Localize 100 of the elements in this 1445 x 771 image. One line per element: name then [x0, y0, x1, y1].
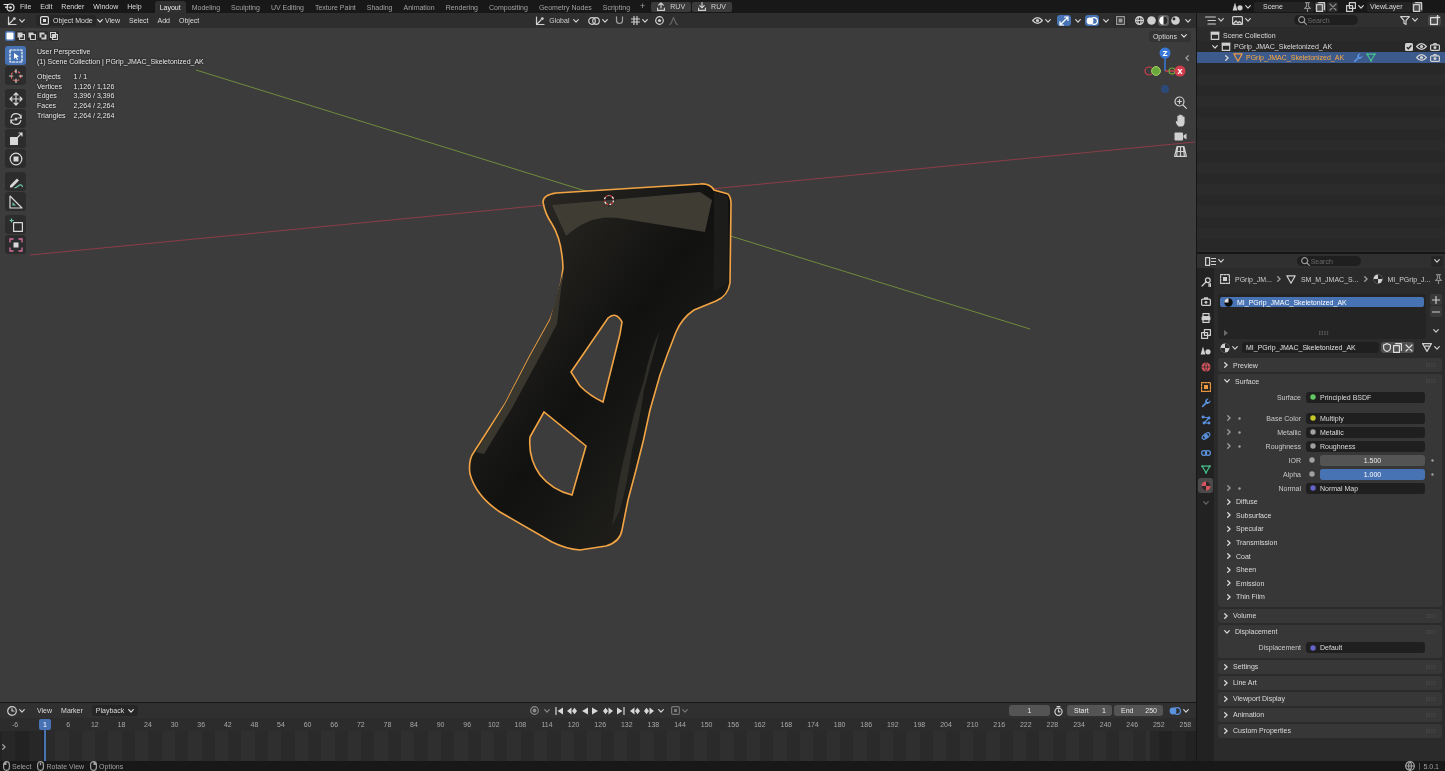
snap-dropdown[interactable]	[629, 16, 651, 25]
tool-button[interactable]	[5, 172, 26, 191]
keyframe-dot-icon[interactable]	[1430, 458, 1434, 462]
view-layer-dropdown[interactable]	[1344, 1, 1366, 12]
mouse-icon	[37, 761, 45, 771]
link-dot-icon[interactable]	[1238, 444, 1241, 448]
logo-icon[interactable]	[3, 1, 15, 12]
editor-type-dropdown[interactable]	[5, 15, 27, 26]
select-mode-button[interactable]	[49, 31, 59, 41]
link-dot-icon[interactable]	[1238, 486, 1241, 490]
duplicate-material-button[interactable]	[1392, 342, 1404, 353]
keyframe-dot-icon[interactable]	[1430, 472, 1434, 476]
camera-icon[interactable]	[1430, 42, 1440, 51]
tool-button[interactable]	[5, 235, 26, 254]
select-mode-button[interactable]	[38, 31, 48, 41]
tool-button[interactable]	[5, 192, 26, 211]
select-mode-button[interactable]	[27, 31, 37, 41]
link-dot-icon[interactable]	[1238, 430, 1241, 434]
collection-box-icon	[1210, 31, 1220, 40]
gizmo-toggle[interactable]	[1057, 15, 1071, 26]
chevron-down-icon	[1434, 345, 1441, 350]
chevron-right-icon[interactable]	[1227, 485, 1231, 491]
tool-button[interactable]	[5, 89, 26, 108]
add-workspace-button[interactable]: +	[636, 2, 650, 11]
tool-button[interactable]	[5, 66, 26, 85]
tool-button[interactable]	[5, 109, 26, 128]
shading-button[interactable]	[1134, 15, 1145, 26]
eye-icon[interactable]	[1416, 43, 1427, 50]
chevron-right-icon[interactable]	[1227, 443, 1231, 449]
remove-slot-button[interactable]	[1430, 306, 1443, 317]
zoom-icon[interactable]	[1174, 96, 1187, 109]
ring-dot-icon[interactable]	[655, 16, 665, 25]
pivot-dropdown[interactable]	[586, 16, 611, 25]
mouse-icon	[3, 761, 10, 771]
socket-dot-icon[interactable]	[1309, 457, 1315, 463]
overlay-toggle[interactable]	[1085, 15, 1099, 26]
scene-dropdown[interactable]	[1230, 2, 1253, 11]
falloff-curve-icon[interactable]	[669, 16, 679, 25]
node-link-dropdown[interactable]	[1420, 343, 1443, 352]
close-icon	[1404, 343, 1413, 352]
shading-button[interactable]	[1158, 15, 1169, 26]
chevron-right-icon[interactable]	[2, 744, 6, 750]
camera-icon[interactable]	[1174, 132, 1187, 141]
pin-icon[interactable]	[1304, 1, 1311, 12]
tool-button[interactable]	[5, 215, 26, 234]
shading-button[interactable]	[1170, 15, 1181, 26]
socket-dot-icon[interactable]	[1309, 471, 1315, 477]
properties-tab[interactable]	[1198, 379, 1213, 394]
view-dropdown[interactable]	[1167, 706, 1191, 715]
chevron-left-icon[interactable]	[1185, 55, 1189, 61]
filter-dropdown[interactable]	[1398, 15, 1420, 25]
new-view-layer-button[interactable]	[1412, 1, 1423, 12]
play-icon[interactable]	[592, 706, 600, 715]
fake-user-button[interactable]	[1381, 342, 1393, 353]
unlink-material-button[interactable]	[1403, 342, 1415, 353]
display-mode-dropdown[interactable]	[1230, 15, 1253, 25]
shading-button[interactable]	[1146, 15, 1157, 26]
editor-type-dropdown[interactable]	[5, 705, 27, 716]
properties-menu-button[interactable]	[1431, 255, 1444, 267]
skip-start-icon[interactable]	[555, 706, 564, 715]
select-mode-button[interactable]	[16, 31, 26, 41]
camera-icon[interactable]	[1430, 53, 1440, 62]
keyframe-forward-icon[interactable]	[644, 706, 655, 715]
magnet-icon[interactable]	[615, 16, 625, 25]
eye-icon[interactable]	[1416, 54, 1427, 61]
link-dot-icon[interactable]	[1238, 416, 1241, 420]
editor-type-dropdown[interactable]	[1203, 256, 1226, 266]
copy-icon	[1316, 1, 1325, 12]
add-slot-button[interactable]	[1430, 294, 1443, 305]
tool-button[interactable]	[5, 129, 26, 148]
select-mode-button[interactable]	[5, 31, 15, 41]
triangle-vertices-icon[interactable]	[1366, 53, 1377, 62]
delete-scene-button[interactable]	[1327, 1, 1338, 12]
new-collection-button[interactable]	[1428, 14, 1441, 26]
visibility-dropdown[interactable]	[1030, 17, 1053, 24]
chevron-right-icon[interactable]	[1227, 429, 1231, 435]
xray-toggle[interactable]	[1113, 15, 1127, 26]
keyframe-forward-icon[interactable]	[603, 706, 614, 715]
play-reverse-icon[interactable]	[581, 706, 589, 715]
shield-icon	[1382, 343, 1391, 352]
record-icon[interactable]	[530, 706, 540, 715]
properties-tab[interactable]	[1198, 326, 1213, 342]
tool-button[interactable]	[5, 149, 26, 168]
keyframe-back-icon[interactable]	[567, 706, 578, 715]
editor-type-dropdown[interactable]	[1203, 15, 1226, 25]
chevron-down-icon	[1183, 708, 1189, 713]
stopwatch-icon[interactable]	[1054, 705, 1063, 716]
hand-icon[interactable]	[1174, 114, 1187, 127]
browse-material-dropdown[interactable]	[1218, 342, 1240, 353]
globe-icon[interactable]	[1405, 761, 1416, 771]
resize-handle-icon[interactable]	[1319, 331, 1330, 335]
checkbox-checked-icon[interactable]	[1405, 42, 1413, 51]
new-scene-button[interactable]	[1315, 1, 1326, 12]
skip-end-icon[interactable]	[617, 706, 626, 715]
triangle-right-icon[interactable]	[1224, 330, 1228, 336]
pin-icon[interactable]	[1435, 274, 1443, 284]
chevron-right-icon[interactable]	[1227, 415, 1231, 421]
grid-icon[interactable]	[1174, 146, 1187, 157]
tool-button[interactable]	[5, 46, 26, 65]
keyframe-back-icon[interactable]	[630, 706, 641, 715]
